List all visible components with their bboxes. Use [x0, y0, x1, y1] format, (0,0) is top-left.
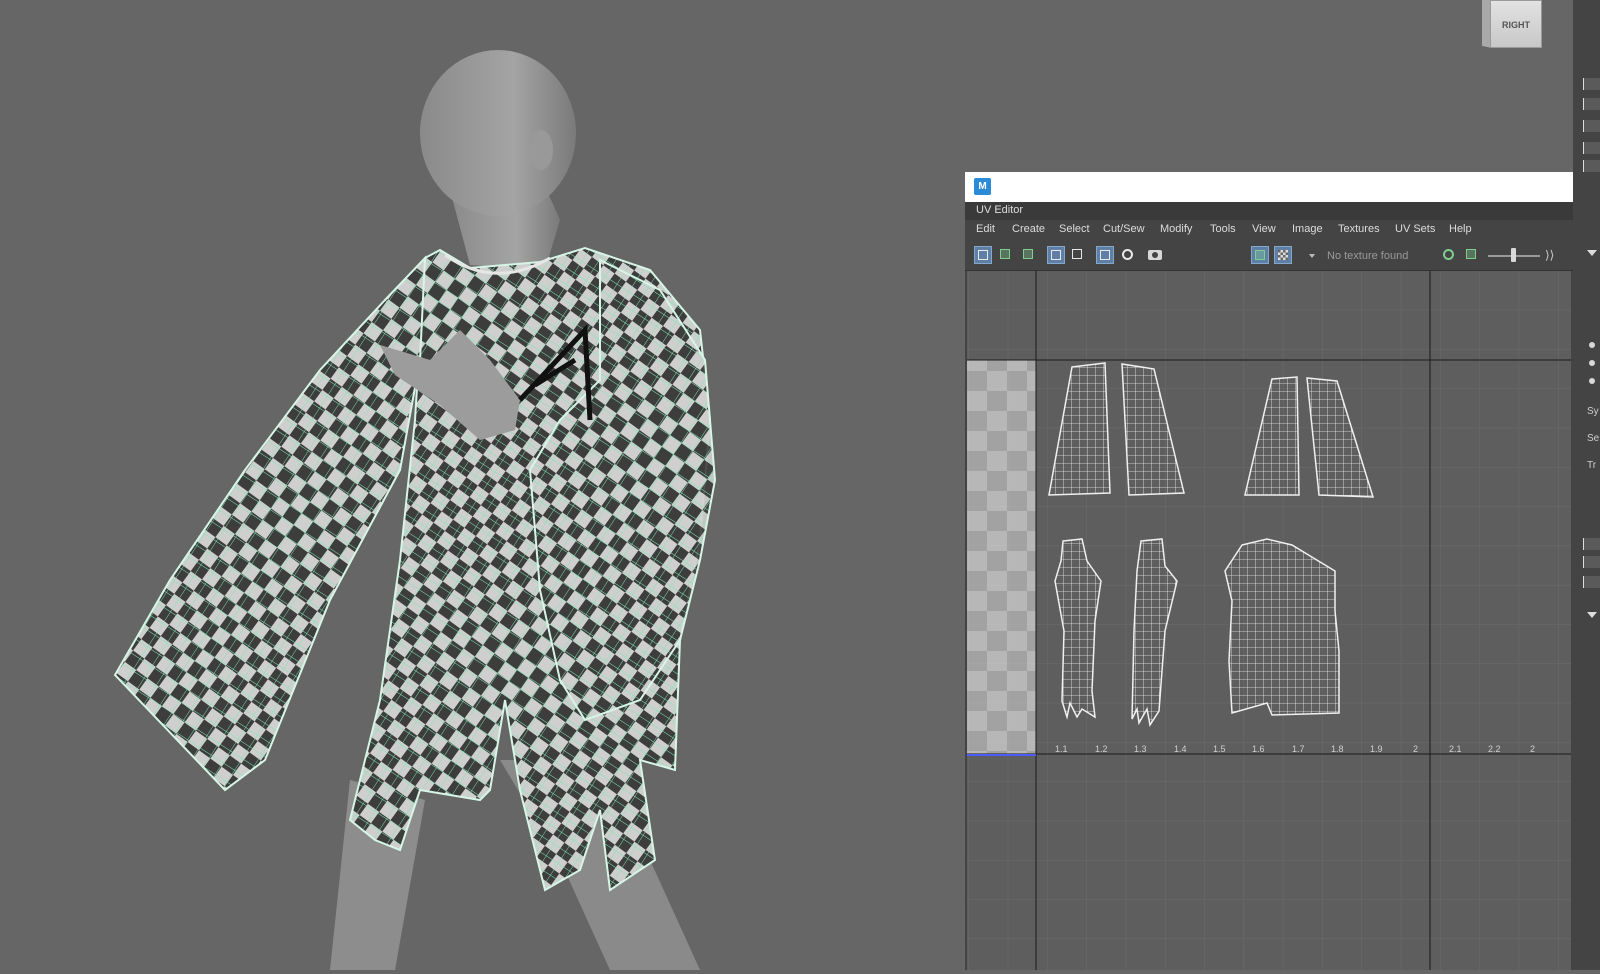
camera-icon — [1148, 250, 1162, 260]
checker-icon — [1278, 250, 1288, 260]
checker-tile — [967, 360, 1036, 754]
radio-dot[interactable] — [1589, 342, 1595, 348]
texture-selector[interactable]: No texture found — [1327, 248, 1437, 264]
menu-textures[interactable]: Textures — [1338, 223, 1380, 235]
viewcube-face-right[interactable]: RIGHT — [1490, 0, 1542, 48]
uv-toolbar: No texture found ⟩⟩ — [965, 240, 1573, 271]
panel-marker[interactable] — [1583, 98, 1600, 110]
uv-tick-label: 1.1 — [1055, 744, 1068, 754]
collapse-arrow-icon[interactable] — [1587, 612, 1597, 618]
panel-label: Sy — [1587, 406, 1599, 417]
menu-select[interactable]: Select — [1059, 223, 1090, 235]
uv-tick-label: 2 — [1413, 744, 1418, 754]
collapse-arrow-icon[interactable] — [1587, 250, 1597, 256]
uv-tick-label: 1.2 — [1095, 744, 1108, 754]
menu-tools[interactable]: Tools — [1210, 223, 1236, 235]
viewcube[interactable]: RIGHT — [1482, 0, 1544, 50]
shell-icon — [1000, 249, 1010, 259]
panel-marker[interactable] — [1583, 538, 1600, 550]
head — [420, 50, 576, 216]
frame-icon — [1051, 250, 1061, 260]
image-icon — [1255, 250, 1265, 260]
panel-marker[interactable] — [1583, 142, 1600, 154]
ratio-icon — [1466, 249, 1476, 259]
uv-tick-label: 1.8 — [1331, 744, 1344, 754]
display-image-button[interactable] — [1251, 246, 1269, 264]
panel-marker[interactable] — [1583, 120, 1600, 132]
window-titlebar[interactable]: M — [965, 172, 1573, 202]
radio-dot[interactable] — [1589, 360, 1595, 366]
uv-tick-label: 1.4 — [1174, 744, 1187, 754]
uv-tick-label: 1.7 — [1292, 744, 1305, 754]
panel-marker[interactable] — [1583, 78, 1600, 90]
maya-app-icon: M — [974, 178, 991, 195]
menu-image[interactable]: Image — [1292, 223, 1323, 235]
uv-grid-icon — [978, 250, 988, 260]
snapshot-button[interactable] — [1146, 246, 1164, 264]
uv-tick-label: 1.5 — [1213, 744, 1226, 754]
exposure-slider-handle[interactable] — [1511, 248, 1516, 262]
panel-title: UV Editor — [976, 204, 1024, 216]
image-ratio-button[interactable] — [1463, 246, 1481, 264]
menu-create[interactable]: Create — [1012, 223, 1045, 235]
panel-label: Se — [1587, 433, 1600, 444]
toolbar-overflow-icon[interactable]: ⟩⟩ — [1545, 248, 1559, 262]
frame-all-button[interactable] — [1047, 246, 1065, 264]
uv-tick-label: 1.9 — [1370, 744, 1383, 754]
checker-tiles-button[interactable] — [1274, 246, 1292, 264]
ear — [529, 130, 553, 170]
panel-marker[interactable] — [1583, 556, 1600, 568]
checker-dropdown-arrow-icon[interactable] — [1309, 254, 1315, 258]
face-icon — [1023, 249, 1033, 259]
uv-grid[interactable]: 1.1 1.2 1.3 1.4 1.5 1.6 1.7 1.8 1.9 2 2.… — [967, 271, 1571, 970]
menu-cut-sew[interactable]: Cut/Sew — [1103, 223, 1145, 235]
shaded-icon — [1443, 249, 1454, 260]
menu-help[interactable]: Help — [1449, 223, 1472, 235]
select-face-button[interactable] — [1020, 246, 1038, 264]
uv-tick-label: 1.3 — [1134, 744, 1147, 754]
uv-tick-label: 2 — [1530, 744, 1535, 754]
panel-marker[interactable] — [1583, 576, 1600, 588]
uv-canvas[interactable]: 1.1 1.2 1.3 1.4 1.5 1.6 1.7 1.8 1.9 2 2.… — [967, 271, 1571, 970]
menu-uv-sets[interactable]: UV Sets — [1395, 223, 1435, 235]
snap-icon — [1122, 249, 1133, 260]
pixel-snap-button[interactable] — [1119, 246, 1137, 264]
uv-tick-label: 1.6 — [1252, 744, 1265, 754]
attribute-editor-panel: Sy Se Tr — [1573, 0, 1600, 970]
panel-title-bar[interactable]: UV Editor — [965, 202, 1573, 220]
menu-bar: Edit Create Select Cut/Sew Modify Tools … — [965, 220, 1573, 240]
uv-tick-label: 2.1 — [1449, 744, 1462, 754]
uv-editor-window: M UV Editor Edit Create Select Cut/Sew M… — [965, 172, 1573, 970]
uv-shell-back — [1224, 538, 1340, 716]
uv-tick-label: 2.2 — [1488, 744, 1501, 754]
menu-edit[interactable]: Edit — [976, 223, 995, 235]
menu-modify[interactable]: Modify — [1160, 223, 1192, 235]
toggle-grid-button[interactable] — [1096, 246, 1114, 264]
frame-selected-button[interactable] — [1069, 246, 1087, 264]
select-shell-button[interactable] — [997, 246, 1015, 264]
uv-mode-button[interactable] — [974, 246, 992, 264]
menu-view[interactable]: View — [1252, 223, 1276, 235]
shaded-uv-button[interactable] — [1440, 246, 1458, 264]
frame-selected-icon — [1072, 249, 1082, 259]
radio-dot[interactable] — [1589, 378, 1595, 384]
panel-label: Tr — [1587, 460, 1597, 471]
grid-icon — [1100, 250, 1110, 260]
panel-marker[interactable] — [1583, 160, 1600, 172]
